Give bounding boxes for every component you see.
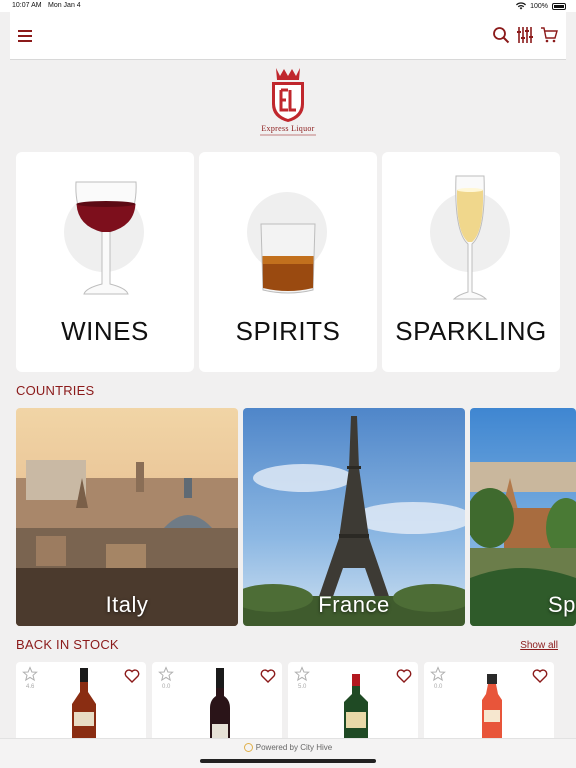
star-icon[interactable] [294, 666, 310, 682]
battery-percent: 100% [530, 2, 548, 10]
heart-icon[interactable] [532, 668, 548, 684]
heart-icon[interactable] [396, 668, 412, 684]
category-card-wines[interactable]: WINES [16, 152, 194, 372]
status-time: 10:07 AM [12, 2, 42, 9]
wine-glass-icon [75, 181, 137, 295]
wine-bottle-image [210, 668, 230, 742]
country-name: France [318, 592, 390, 617]
cognac-bottle-image [72, 668, 96, 742]
top-icons [492, 26, 558, 44]
wifi-icon [516, 2, 527, 10]
category-label: WINES [61, 316, 149, 346]
home-indicator[interactable] [200, 759, 376, 763]
status-date: Mon Jan 4 [48, 2, 81, 9]
city-hive-icon [243, 743, 253, 752]
status-right: 100% [516, 2, 566, 10]
back-in-stock-title: BACK IN STOCK [16, 637, 119, 652]
category-card-sparkling[interactable]: SPARKLING [382, 152, 560, 372]
country-card-france[interactable]: France [243, 408, 465, 626]
category-card-spirits[interactable]: SPIRITS [199, 152, 377, 372]
star-icon[interactable] [430, 666, 446, 682]
top-nav-bar [10, 12, 566, 60]
product-card[interactable]: 4.6 [16, 662, 146, 742]
champagne-flute-icon [452, 175, 488, 300]
cart-icon[interactable] [540, 26, 558, 44]
whiskey-glass-icon [260, 223, 316, 294]
countries-title: COUNTRIES [16, 383, 95, 398]
powered-by[interactable]: Powered by City Hive [0, 743, 576, 752]
product-card[interactable]: 0.0 [152, 662, 282, 742]
search-icon[interactable] [492, 26, 510, 44]
logo-underline [260, 134, 316, 136]
hamburger-icon[interactable] [18, 30, 32, 42]
battery-icon [552, 2, 566, 10]
product-rating: 4.6 [26, 684, 35, 690]
country-card-spain[interactable]: Sp [470, 408, 576, 626]
footer: Powered by City Hive [0, 738, 576, 768]
product-card[interactable]: 5.0 [288, 662, 418, 742]
filter-icon[interactable] [516, 26, 534, 44]
store-logo[interactable]: Express Liquor [250, 66, 326, 138]
country-name: Italy [105, 592, 149, 617]
country-card-italy[interactable]: Italy [16, 408, 238, 626]
category-label: SPARKLING [395, 316, 547, 346]
star-icon[interactable] [158, 666, 174, 682]
product-rating: 5.0 [298, 684, 307, 690]
country-name: Sp [548, 592, 576, 617]
whiskey-bottle-image [344, 674, 368, 742]
product-card[interactable]: 0.0 [424, 662, 554, 742]
heart-icon[interactable] [124, 668, 140, 684]
app-screen: 10:07 AM Mon Jan 4 100% Express Liquor W… [0, 0, 576, 768]
spritz-bottle-image [482, 674, 502, 742]
category-label: SPIRITS [235, 316, 341, 346]
star-icon[interactable] [22, 666, 38, 682]
crown-logo-icon [272, 68, 304, 122]
heart-icon[interactable] [260, 668, 276, 684]
product-rating: 0.0 [434, 684, 443, 690]
product-rating: 0.0 [162, 684, 171, 690]
show-all-link[interactable]: Show all [520, 640, 558, 651]
status-bar: 10:07 AM Mon Jan 4 100% [0, 0, 576, 12]
powered-by-text: Powered by City Hive [255, 743, 333, 752]
logo-text: Express Liquor [261, 124, 315, 133]
